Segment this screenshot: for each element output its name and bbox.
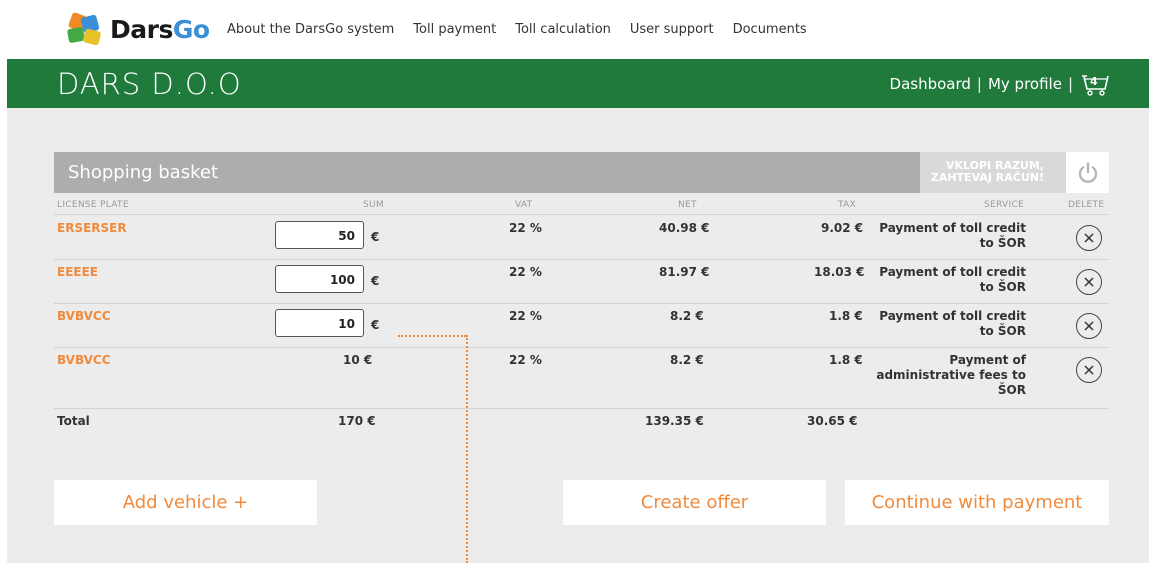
- basket-header: Shopping basket: [54, 152, 920, 193]
- row3-vat: 22 %: [509, 309, 542, 323]
- row2-vat: 22 %: [509, 265, 542, 279]
- total-label: Total: [57, 414, 90, 428]
- top-navigation: DarsGo About the DarsGo system Toll paym…: [0, 0, 1149, 59]
- nav-toll-calculation[interactable]: Toll calculation: [515, 22, 611, 37]
- power-button[interactable]: [1066, 152, 1109, 193]
- row2-net: 81.97 €: [659, 265, 710, 279]
- row3-service: Payment of toll credit to ŠOR: [879, 309, 1026, 338]
- create-offer-button[interactable]: Create offer: [563, 480, 826, 525]
- row3-plate: BVBVCC: [57, 309, 111, 323]
- row1-sum-input[interactable]: 50: [275, 221, 364, 249]
- col-service: SERVICE: [984, 200, 1025, 210]
- row4-plate: BVBVCC: [57, 353, 111, 367]
- total-net: 139.35 €: [645, 414, 704, 428]
- row-divider: [54, 303, 1109, 304]
- row3-tax: 1.8 €: [829, 309, 863, 323]
- separator: |: [976, 75, 982, 93]
- main-content: Shopping basket VKLOPI RAZUM, ZAHTEVAJ R…: [7, 108, 1149, 563]
- col-delete: DELETE: [1068, 200, 1105, 210]
- power-icon: [1078, 161, 1097, 183]
- row2-delete-button[interactable]: [1076, 269, 1102, 295]
- account-header: DARS D.O.O Dashboard | My profile | 4: [7, 59, 1149, 108]
- row-divider: [54, 259, 1109, 260]
- row1-net: 40.98 €: [659, 221, 710, 235]
- close-icon: [1084, 233, 1094, 243]
- col-vat: VAT: [515, 200, 533, 210]
- row1-currency: €: [371, 230, 380, 244]
- cart-icon[interactable]: 4: [1081, 73, 1111, 96]
- my-profile-link[interactable]: My profile: [988, 75, 1062, 93]
- row2-currency: €: [371, 274, 380, 288]
- row-divider: [54, 408, 1109, 409]
- separator: |: [1067, 75, 1073, 93]
- continue-payment-button[interactable]: Continue with payment: [845, 480, 1109, 525]
- row1-tax: 9.02 €: [821, 221, 864, 235]
- row-divider: [54, 214, 1109, 215]
- basket-title: Shopping basket: [68, 162, 219, 183]
- row4-sum: 10 €: [343, 353, 373, 367]
- total-tax: 30.65 €: [807, 414, 858, 428]
- logo-text: DarsGo: [110, 14, 210, 44]
- invoice-toggle[interactable]: VKLOPI RAZUM, ZAHTEVAJ RAČUN!: [920, 152, 1066, 193]
- row1-delete-button[interactable]: [1076, 225, 1102, 251]
- row4-service: Payment of administrative fees to ŠOR: [876, 353, 1026, 397]
- close-icon: [1084, 321, 1094, 331]
- row2-service: Payment of toll credit to ŠOR: [879, 265, 1026, 294]
- close-icon: [1084, 365, 1094, 375]
- row-divider: [54, 347, 1109, 348]
- row3-sum-input[interactable]: 10: [275, 309, 364, 337]
- dotted-guide-vertical: [466, 335, 468, 563]
- main-nav: About the DarsGo system Toll payment Tol…: [227, 22, 807, 37]
- row4-delete-button[interactable]: [1076, 357, 1102, 383]
- row4-tax: 1.8 €: [829, 353, 863, 367]
- add-vehicle-button[interactable]: Add vehicle +: [54, 480, 317, 525]
- nav-documents[interactable]: Documents: [733, 22, 807, 37]
- darsgo-logo-icon: [66, 11, 106, 46]
- row2-plate: EEEEE: [57, 265, 98, 279]
- row1-plate: ERSERSER: [57, 221, 127, 235]
- row3-net: 8.2 €: [670, 309, 704, 323]
- darsgo-logo[interactable]: DarsGo: [66, 11, 210, 46]
- user-nav: Dashboard | My profile | 4: [890, 73, 1111, 96]
- dashboard-link[interactable]: Dashboard: [890, 75, 971, 93]
- row2-tax: 18.03 €: [814, 265, 865, 279]
- dotted-guide-horizontal: [398, 335, 466, 337]
- nav-about[interactable]: About the DarsGo system: [227, 22, 394, 37]
- row3-currency: €: [371, 318, 380, 332]
- row1-vat: 22 %: [509, 221, 542, 235]
- col-license-plate: LICENSE PLATE: [57, 200, 129, 210]
- col-sum: SUM: [363, 200, 384, 210]
- row4-vat: 22 %: [509, 353, 542, 367]
- row3-delete-button[interactable]: [1076, 313, 1102, 339]
- cart-count: 4: [1090, 75, 1098, 88]
- close-icon: [1084, 277, 1094, 287]
- nav-toll-payment[interactable]: Toll payment: [413, 22, 496, 37]
- total-sum: 170 €: [338, 414, 376, 428]
- col-tax: TAX: [838, 200, 857, 210]
- company-name: DARS D.O.O: [57, 67, 242, 101]
- row1-service: Payment of toll credit to ŠOR: [879, 221, 1026, 250]
- row4-net: 8.2 €: [670, 353, 704, 367]
- col-net: NET: [678, 200, 697, 210]
- nav-user-support[interactable]: User support: [630, 22, 714, 37]
- row2-sum-input[interactable]: 100: [275, 265, 364, 293]
